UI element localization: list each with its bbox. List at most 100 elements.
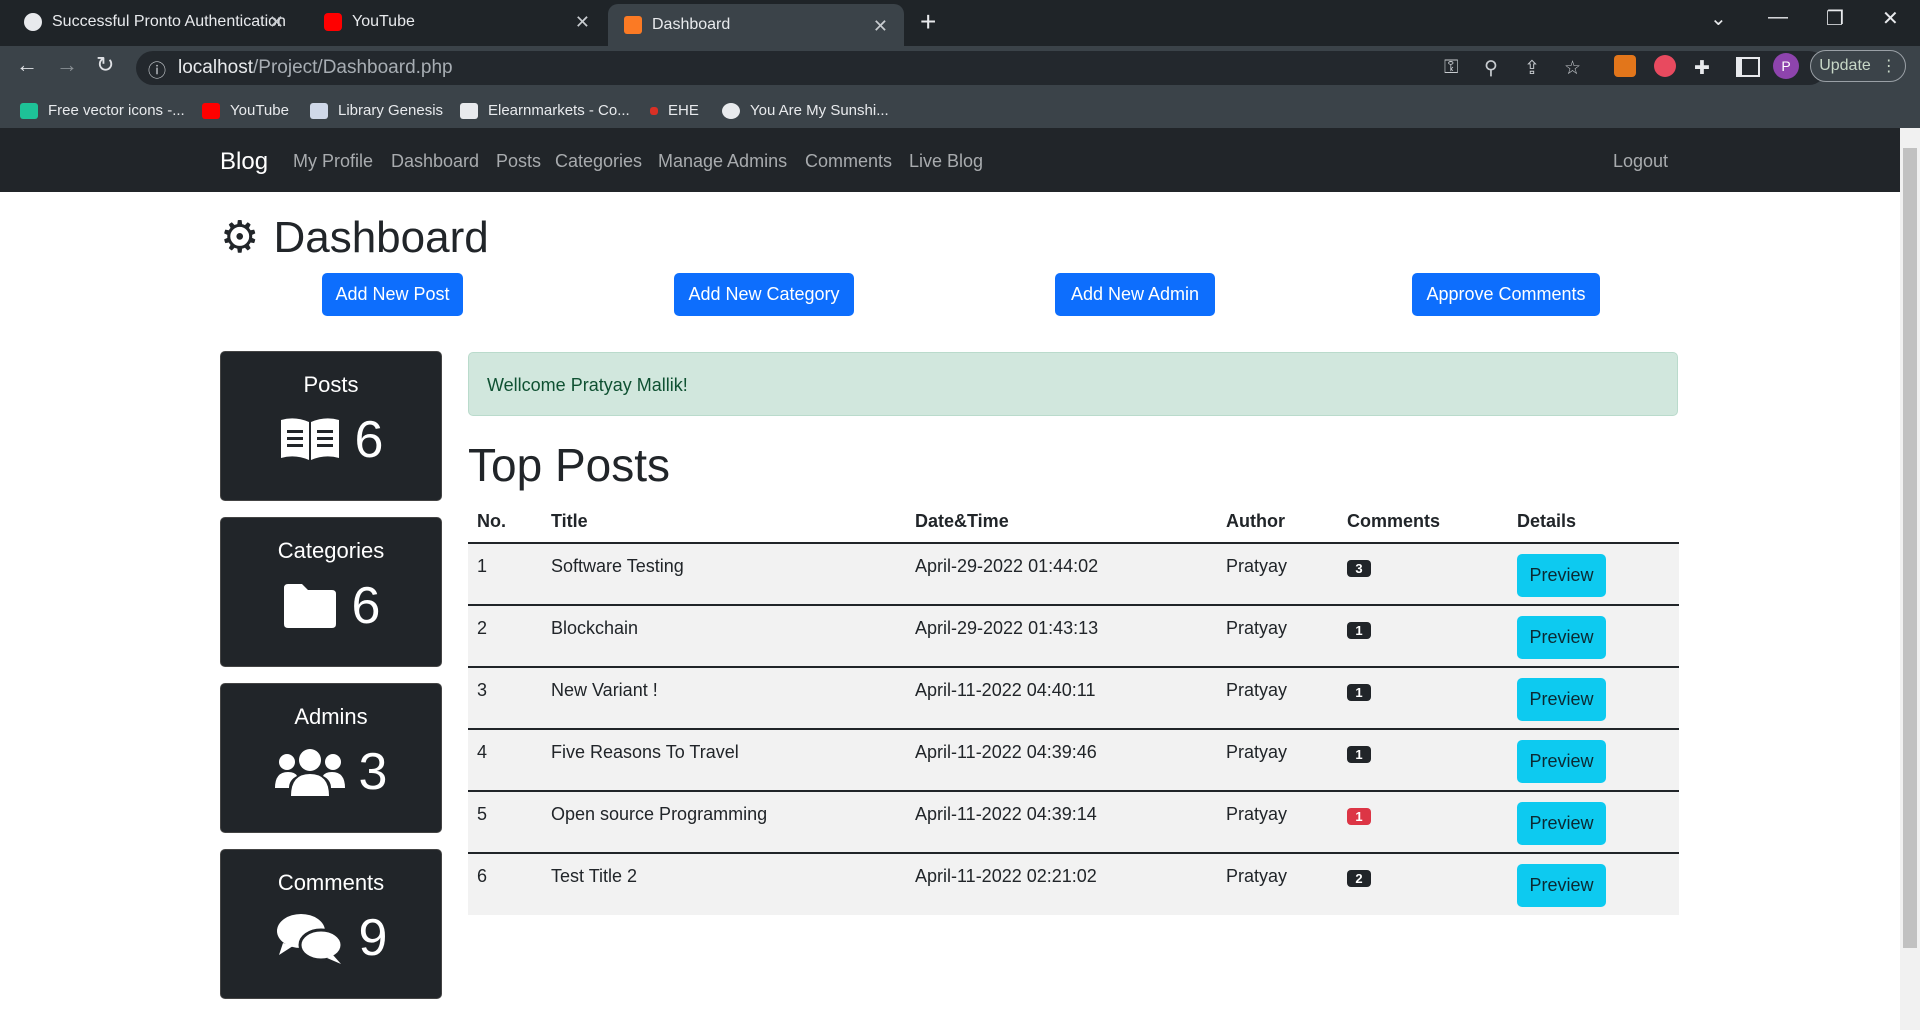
add-new-category-button[interactable]: Add New Category bbox=[674, 273, 854, 316]
tab-title: Successful Pronto Authentication bbox=[52, 13, 286, 30]
brand-link[interactable]: Blog bbox=[220, 148, 268, 176]
chart-icon bbox=[460, 102, 478, 119]
nav-posts[interactable]: Posts bbox=[496, 151, 541, 172]
share-icon[interactable]: ⇪ bbox=[1524, 57, 1540, 80]
bookmark-item[interactable]: Free vector icons -... bbox=[20, 102, 185, 119]
row-number: 6 bbox=[468, 853, 542, 915]
row-number: 2 bbox=[468, 605, 542, 668]
youtube-icon bbox=[202, 102, 220, 119]
post-title: Test Title 2 bbox=[542, 853, 906, 915]
nav-my-profile[interactable]: My Profile bbox=[293, 151, 373, 172]
preview-button[interactable]: Preview bbox=[1517, 740, 1606, 783]
nav-manage-admins[interactable]: Manage Admins bbox=[658, 151, 787, 172]
close-tab-icon[interactable]: ✕ bbox=[575, 12, 590, 33]
comments-icon bbox=[276, 914, 344, 964]
post-title: Software Testing bbox=[542, 543, 906, 606]
forward-icon[interactable]: → bbox=[56, 52, 78, 78]
bookmark-item[interactable]: EHE bbox=[650, 102, 699, 119]
stat-card-posts: Posts 6 bbox=[221, 352, 441, 500]
comment-count-badge: 1 bbox=[1347, 746, 1371, 763]
tab-dashboard[interactable]: Dashboard ✕ bbox=[608, 4, 904, 46]
add-new-post-button[interactable]: Add New Post bbox=[322, 273, 463, 316]
stat-card-admins: Admins 3 bbox=[221, 684, 441, 832]
details-cell: Preview bbox=[1508, 791, 1679, 854]
bookmark-item[interactable]: Library Genesis bbox=[310, 102, 443, 119]
zoom-icon[interactable]: ⚲ bbox=[1484, 57, 1498, 80]
bookmark-label: Free vector icons -... bbox=[48, 102, 185, 119]
nav-comments[interactable]: Comments bbox=[805, 151, 892, 172]
close-tab-icon[interactable]: ✕ bbox=[873, 16, 888, 37]
nav-live-blog[interactable]: Live Blog bbox=[909, 151, 983, 172]
preview-button[interactable]: Preview bbox=[1517, 864, 1606, 907]
comment-count-badge: 1 bbox=[1347, 684, 1371, 701]
key-icon[interactable]: ⚿ bbox=[1444, 57, 1458, 79]
update-button[interactable]: Update ⋮ bbox=[1810, 50, 1906, 82]
tab-title: YouTube bbox=[352, 13, 415, 30]
top-posts-heading: Top Posts bbox=[468, 439, 670, 491]
url-path: /Project/Dashboard.php bbox=[253, 57, 453, 78]
extension-ball-icon[interactable] bbox=[1654, 55, 1676, 77]
bookmark-label: YouTube bbox=[230, 102, 289, 119]
youtube-icon bbox=[324, 13, 342, 31]
row-number: 1 bbox=[468, 543, 542, 606]
post-title: Blockchain bbox=[542, 605, 906, 668]
close-window-icon[interactable]: ✕ bbox=[1882, 6, 1899, 31]
scrollbar-thumb[interactable] bbox=[1903, 148, 1917, 948]
approve-comments-button[interactable]: Approve Comments bbox=[1412, 273, 1600, 316]
post-datetime: April-29-2022 01:43:13 bbox=[906, 605, 1217, 668]
comments-cell: 3 bbox=[1338, 543, 1508, 606]
bookmark-item[interactable]: Elearnmarkets - Co... bbox=[460, 102, 630, 119]
row-number: 4 bbox=[468, 729, 542, 792]
star-icon[interactable]: ☆ bbox=[1564, 57, 1581, 80]
preview-button[interactable]: Preview bbox=[1517, 802, 1606, 845]
tab-pronto[interactable]: Successful Pronto Authentication ✕ bbox=[0, 0, 300, 44]
new-tab-icon[interactable]: + bbox=[920, 6, 936, 38]
ehe-icon bbox=[650, 106, 658, 115]
comment-count-badge: 1 bbox=[1347, 622, 1371, 639]
preview-button[interactable]: Preview bbox=[1517, 554, 1606, 597]
metamask-icon[interactable] bbox=[1614, 55, 1636, 77]
post-datetime: April-11-2022 04:40:11 bbox=[906, 667, 1217, 730]
stat-card-categories: Categories 6 bbox=[221, 518, 441, 666]
table-header-row: No. Title Date&Time Author Comments Deta… bbox=[468, 500, 1679, 544]
close-tab-icon[interactable]: ✕ bbox=[269, 12, 284, 33]
stat-label: Admins bbox=[294, 704, 368, 729]
sidepanel-icon[interactable] bbox=[1736, 57, 1760, 77]
nav-categories[interactable]: Categories bbox=[555, 151, 642, 172]
bookmark-item[interactable]: You Are My Sunshi... bbox=[722, 102, 889, 119]
table-row: 6 Test Title 2 April-11-2022 02:21:02 Praty… bbox=[468, 853, 1679, 915]
bookmark-label: Library Genesis bbox=[338, 102, 444, 119]
tab-youtube[interactable]: YouTube ✕ bbox=[300, 0, 606, 44]
puzzle-icon[interactable]: ✚ bbox=[1694, 57, 1710, 80]
url-host: localhost bbox=[178, 57, 253, 78]
back-icon[interactable]: ← bbox=[16, 52, 38, 78]
details-cell: Preview bbox=[1508, 853, 1679, 915]
info-icon[interactable]: ⓘ bbox=[148, 57, 166, 83]
globe-icon bbox=[24, 13, 42, 31]
comment-count-badge: 3 bbox=[1347, 560, 1371, 577]
bookmark-item[interactable]: YouTube bbox=[202, 102, 289, 119]
profile-avatar[interactable]: P bbox=[1773, 53, 1799, 79]
nav-dashboard[interactable]: Dashboard bbox=[391, 151, 479, 172]
preview-button[interactable]: Preview bbox=[1517, 616, 1606, 659]
bookmark-label: EHE bbox=[668, 102, 699, 119]
nav-logout[interactable]: Logout bbox=[1613, 151, 1668, 172]
comments-cell: 1 bbox=[1338, 605, 1508, 668]
table-row: 5 Open source Programming April-11-2022 04… bbox=[468, 791, 1679, 854]
post-author: Pratyay bbox=[1217, 667, 1338, 730]
preview-button[interactable]: Preview bbox=[1517, 678, 1606, 721]
add-new-admin-button[interactable]: Add New Admin bbox=[1055, 273, 1215, 316]
bookmark-label: Elearnmarkets - Co... bbox=[488, 102, 630, 119]
comments-cell: 1 bbox=[1338, 791, 1508, 854]
stat-value: 6 bbox=[351, 577, 381, 635]
restore-icon[interactable]: ❐ bbox=[1826, 6, 1844, 31]
column-header: Comments bbox=[1338, 500, 1508, 544]
stat-card-comments: Comments 9 bbox=[221, 850, 441, 998]
comments-cell: 1 bbox=[1338, 729, 1508, 792]
tab-title: Dashboard bbox=[652, 16, 731, 33]
page-title: ⚙ Dashboard bbox=[220, 212, 489, 263]
reload-icon[interactable]: ↻ bbox=[96, 52, 114, 78]
url-text[interactable]: localhost/Project/Dashboard.php bbox=[178, 57, 453, 79]
chevron-down-icon[interactable]: ⌄ bbox=[1710, 6, 1727, 31]
minimize-icon[interactable]: — bbox=[1768, 6, 1788, 29]
